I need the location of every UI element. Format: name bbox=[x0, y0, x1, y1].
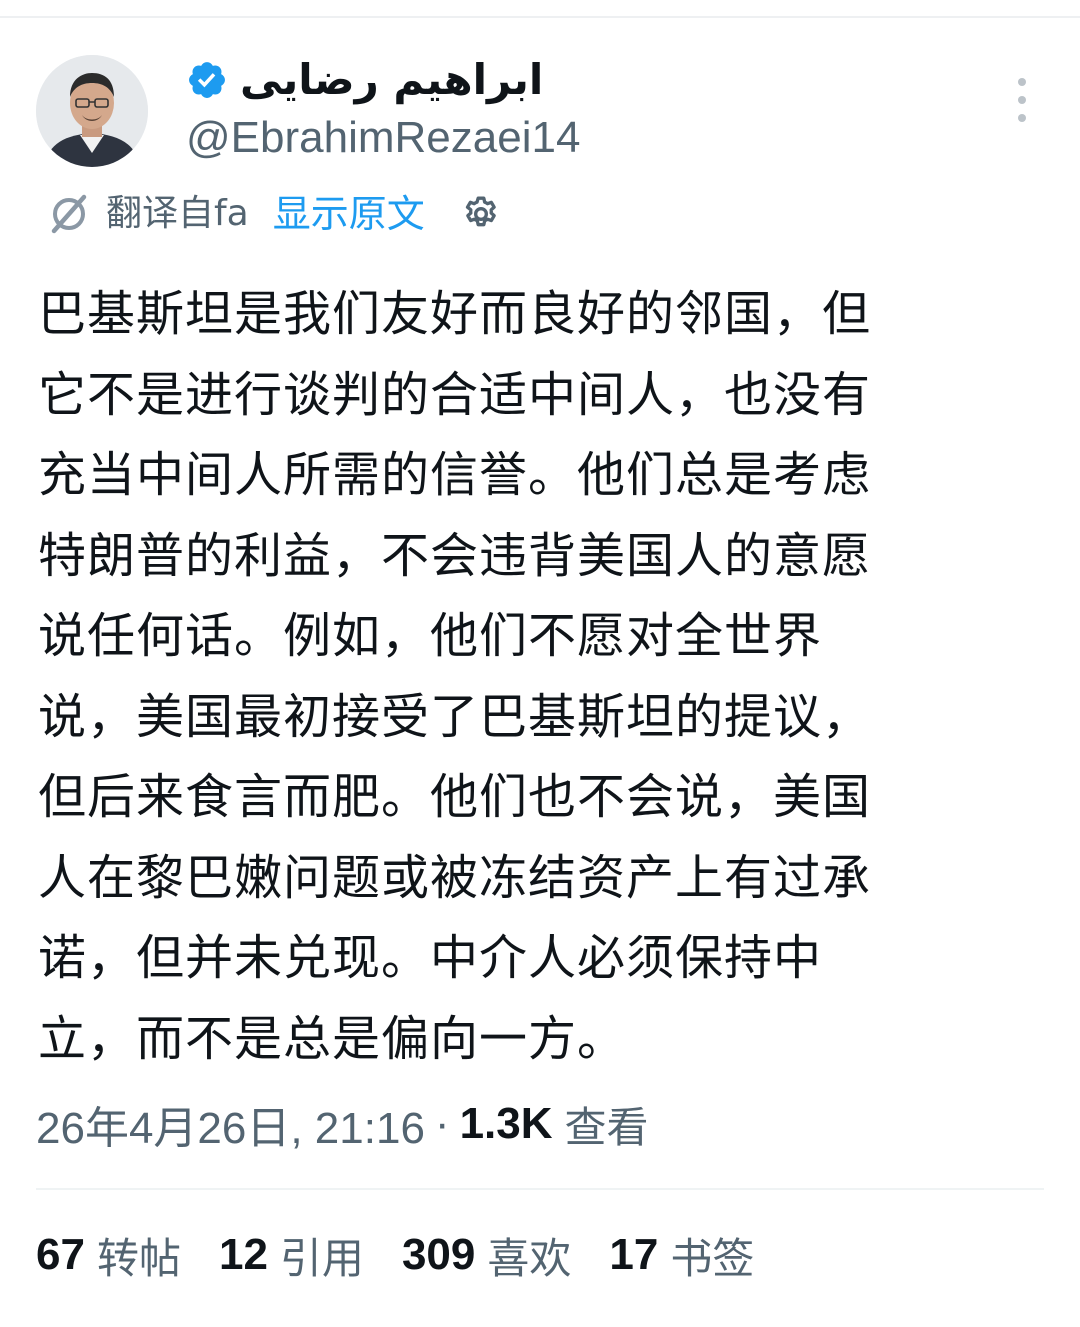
stat-count: 17 bbox=[609, 1230, 659, 1279]
tweet-text-line: 充当中间人所需的信誉。他们总是考虑 bbox=[38, 447, 872, 503]
tweet-text-line: 说，美国最初接受了巴基斯坦的提议， bbox=[38, 688, 872, 745]
avatar-image bbox=[36, 55, 148, 167]
stat-quotes[interactable]: 12 引用 bbox=[219, 1225, 364, 1286]
translation-bar: 翻译自fa 显示原文 bbox=[46, 186, 501, 242]
stat-likes[interactable]: 309 喜欢 bbox=[402, 1225, 571, 1286]
tweet-text-line: 立，而不是总是偏向一方。 bbox=[38, 1010, 627, 1067]
engagement-stats: 67 转帖 12 引用 309 喜欢 17 书签 bbox=[36, 1224, 792, 1286]
stat-label: 喜欢 bbox=[487, 1233, 572, 1283]
author-name-row[interactable]: ابراهیم رضایی bbox=[186, 52, 543, 108]
avatar[interactable] bbox=[36, 55, 148, 167]
tweet-timestamp[interactable]: 26年4月26日, 21:16 bbox=[36, 1092, 425, 1156]
views-count: 1.3K bbox=[459, 1099, 553, 1148]
tweet-text-line: 巴基斯坦是我们友好而良好的邻国，但 bbox=[38, 286, 872, 342]
translate-icon bbox=[51, 194, 87, 234]
gear-icon[interactable] bbox=[461, 194, 501, 234]
more-dot bbox=[1018, 96, 1026, 104]
stat-label: 转帖 bbox=[96, 1233, 181, 1283]
author-display-name: ابراهیم رضایی bbox=[240, 55, 544, 104]
tweet-text-line: 人在黎巴嫩问题或被冻结资产上有过承 bbox=[38, 849, 872, 906]
tweet-text-line: 特朗普的利益，不会违背美国人的意愿 bbox=[38, 527, 872, 584]
more-dot bbox=[1018, 114, 1026, 122]
stat-count: 12 bbox=[218, 1230, 268, 1279]
translated-from-label: 翻译自fa bbox=[106, 193, 249, 234]
more-options-icon[interactable] bbox=[1004, 78, 1040, 122]
stat-reposts[interactable]: 67 转帖 bbox=[36, 1225, 181, 1286]
tweet-text-line: 诺，但并未兑现。中介人必须保持中 bbox=[38, 930, 823, 986]
author-handle[interactable]: @EbrahimRezaei14 bbox=[186, 112, 580, 164]
stat-label: 书签 bbox=[670, 1233, 755, 1283]
stat-count: 309 bbox=[401, 1230, 476, 1279]
stats-divider bbox=[36, 1188, 1044, 1190]
top-divider bbox=[0, 16, 1080, 18]
stat-count: 67 bbox=[36, 1230, 85, 1279]
tweet-text-line: 说任何话。例如，他们不愿对全世界 bbox=[38, 608, 823, 664]
tweet-text-line: 但后来食言而肥。他们也不会说，美国 bbox=[38, 769, 872, 825]
show-original-link[interactable]: 显示原文 bbox=[273, 186, 425, 242]
stat-bookmarks[interactable]: 17 书签 bbox=[609, 1225, 754, 1286]
more-dot bbox=[1018, 78, 1026, 86]
tweet-text-line: 它不是进行谈判的合适中间人，也没有 bbox=[38, 366, 872, 423]
verified-badge-icon bbox=[189, 62, 225, 98]
stat-label: 引用 bbox=[279, 1233, 364, 1283]
tweet-meta: 26年4月26日, 21:16 · 1.3K 查看 bbox=[36, 1094, 649, 1154]
meta-separator: · bbox=[434, 1099, 450, 1148]
tweet-text: 巴基斯坦是我们友好而良好的邻国，但 它不是进行谈判的合适中间人，也没有 充当中间… bbox=[38, 274, 1028, 1079]
views-label: 查看 bbox=[564, 1102, 649, 1152]
